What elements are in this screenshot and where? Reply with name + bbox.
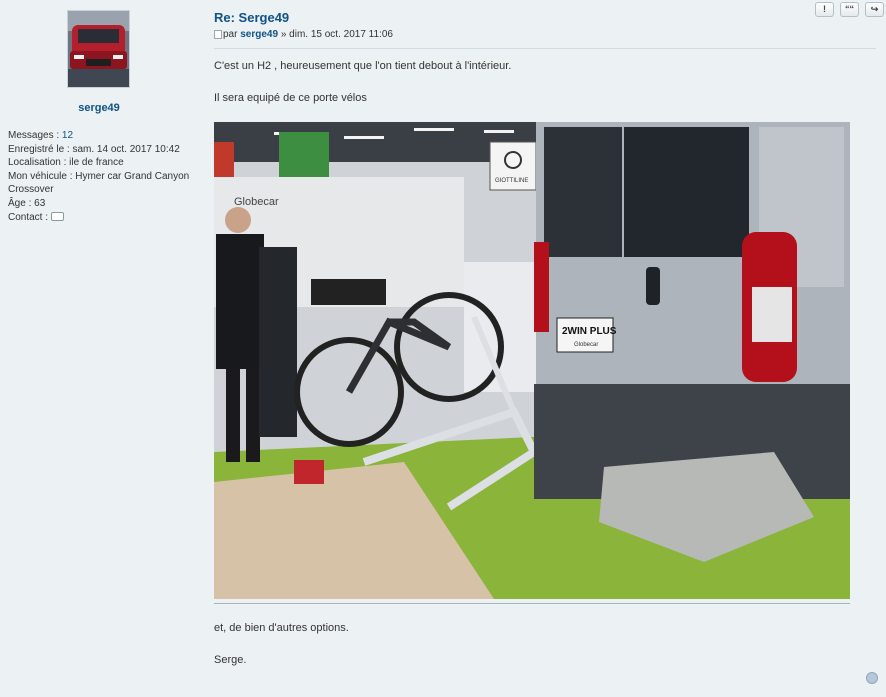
- twin-plus-subtext: Globecar: [574, 342, 598, 348]
- author-prefix: par: [223, 29, 238, 40]
- globecar-sign: Globecar: [234, 196, 279, 208]
- post-title[interactable]: Re: Serge49: [214, 10, 289, 25]
- post-photo[interactable]: Globecar GIOTTILINE 2WIN PLUS Globecar: [214, 122, 850, 599]
- share-button[interactable]: ↪: [865, 2, 884, 17]
- title-divider: [214, 48, 876, 49]
- post-author-name[interactable]: serge49: [240, 29, 278, 40]
- profile-registered: Enregistré le : sam. 14 oct. 2017 10:42: [8, 143, 180, 155]
- report-button[interactable]: !: [815, 2, 834, 17]
- post-text-line: Il sera equipé de ce porte vélos: [214, 92, 367, 104]
- post-container: serge49 Messages : 12 Enregistré le : sa…: [0, 0, 886, 697]
- giottiline-sign: GIOTTILINE: [495, 178, 528, 184]
- post-author-line: par serge49 » dim. 15 oct. 2017 11:06: [214, 29, 393, 40]
- post-signature: Serge.: [214, 654, 247, 666]
- quote-button[interactable]: ““: [840, 2, 859, 17]
- profile-contact: Contact :: [8, 211, 193, 225]
- profile-vehicle: Mon véhicule : Hymer car Grand Canyon: [8, 170, 190, 182]
- messages-label: Messages :: [8, 130, 60, 141]
- post-profile: serge49 Messages : 12 Enregistré le : sa…: [0, 0, 198, 697]
- profile-details: Messages : 12 Enregistré le : sam. 14 oc…: [8, 129, 193, 224]
- messages-count-link[interactable]: 12: [62, 130, 73, 141]
- profile-age: Âge : 63: [8, 197, 46, 209]
- contact-label: Contact :: [8, 211, 49, 223]
- profile-username[interactable]: serge49: [0, 102, 198, 114]
- post-date: » dim. 15 oct. 2017 11:06: [280, 29, 393, 40]
- photo-divider: [214, 603, 850, 604]
- user-avatar[interactable]: [67, 10, 130, 88]
- post-actions: ! ““ ↪: [815, 2, 884, 17]
- back-to-top-icon[interactable]: [866, 672, 878, 684]
- post-text-line: C'est un H2 , heureusement que l'on tien…: [214, 60, 512, 72]
- profile-messages: Messages : 12: [8, 129, 193, 143]
- contact-icon[interactable]: [51, 212, 65, 222]
- profile-location: Localisation : ile de france: [8, 157, 124, 169]
- profile-vehicle-cont: Crossover: [8, 184, 54, 196]
- post-icon[interactable]: [214, 29, 222, 39]
- post-text-line: et, de bien d'autres options.: [214, 622, 349, 634]
- twin-plus-sign: 2WIN PLUS: [562, 326, 617, 337]
